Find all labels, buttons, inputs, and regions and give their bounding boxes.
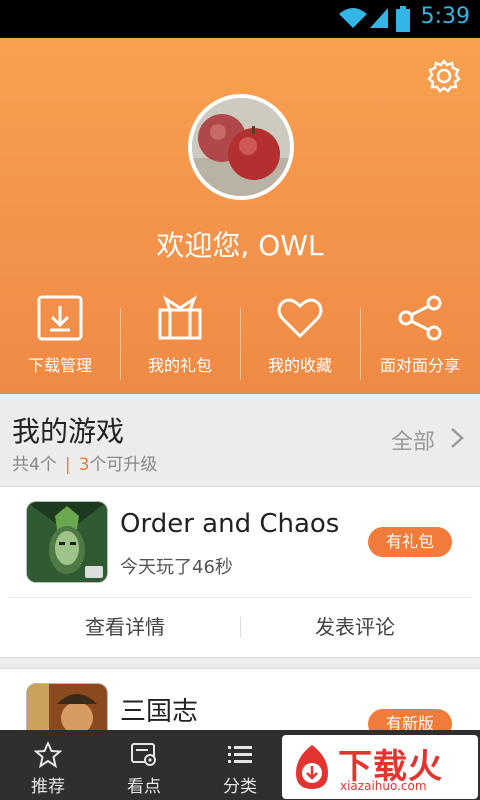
card-actions: 查看详情 发表评论 <box>10 597 470 656</box>
upgrade-count: 3 <box>78 455 90 475</box>
list-icon <box>228 746 252 763</box>
view-details-button[interactable]: 查看详情 <box>10 598 240 656</box>
quick-actions: 下载管理 我的礼包 我的收藏 面对面分享 <box>0 290 480 380</box>
view-all-label: 全部 <box>390 430 435 455</box>
gift-icon <box>158 295 202 340</box>
download-circle-icon <box>296 745 328 789</box>
summary-divider: | <box>64 455 71 475</box>
download-icon <box>37 295 83 341</box>
avatar-image <box>192 98 290 196</box>
play-time: 今天玩了46秒 <box>120 557 233 578</box>
signal-icon <box>370 8 388 28</box>
share-icon <box>398 295 442 341</box>
avatar[interactable] <box>188 94 294 200</box>
view-icon <box>131 743 156 766</box>
nav-highlights[interactable]: 看点 <box>96 730 192 800</box>
post-review-button[interactable]: 发表评论 <box>240 598 470 656</box>
game-name: 三国志 <box>120 697 199 727</box>
view-all-link[interactable]: 全部 <box>391 424 464 456</box>
face-to-face-share-button[interactable]: 面对面分享 <box>360 290 480 380</box>
action-label: 我的收藏 <box>267 356 332 375</box>
nav-label: 分类 <box>223 777 257 797</box>
games-total: 共4个 <box>12 455 57 475</box>
download-manager-button[interactable]: 下载管理 <box>0 290 120 380</box>
new-version-badge[interactable]: 有新版 <box>368 709 452 731</box>
welcome-text: 欢迎您, OWL <box>156 229 324 262</box>
game-icon-order-and-chaos <box>26 501 108 583</box>
game-icon-three-kingdoms <box>26 683 108 731</box>
game-card[interactable]: Order and Chaos 今天玩了46秒 有礼包 查看详情 发表评论 <box>0 486 480 658</box>
wifi-icon <box>339 8 367 28</box>
settings-gear-icon[interactable] <box>426 58 462 94</box>
nav-recommend[interactable]: 推荐 <box>0 730 96 800</box>
status-time: 5:39 <box>420 4 470 29</box>
chevron-right-icon <box>451 428 464 448</box>
my-favorites-button[interactable]: 我的收藏 <box>240 290 360 380</box>
battery-icon <box>396 6 410 32</box>
upgrade-text: 个可升级 <box>89 455 158 475</box>
nav-categories[interactable]: 分类 <box>192 730 288 800</box>
nav-label: 推荐 <box>31 777 65 797</box>
game-card[interactable]: 三国志 有新版 <box>0 668 480 732</box>
heart-icon <box>277 298 323 339</box>
watermark-logo: 下载火 xiazaihuo.com <box>282 735 478 799</box>
nav-label: 看点 <box>127 777 161 797</box>
action-label: 下载管理 <box>27 356 92 375</box>
games-summary: 共4个 | 3个可升级 <box>12 450 157 475</box>
gift-badge[interactable]: 有礼包 <box>368 527 452 557</box>
star-icon <box>34 742 62 768</box>
game-name: Order and Chaos <box>120 509 340 539</box>
action-label: 面对面分享 <box>379 356 460 375</box>
my-gifts-button[interactable]: 我的礼包 <box>120 290 240 380</box>
my-games-header: 我的游戏 共4个 | 3个可升级 全部 <box>0 394 480 486</box>
section-title: 我的游戏 <box>12 415 125 448</box>
status-bar: 5:39 <box>0 0 480 38</box>
profile-header: 欢迎您, OWL 下载管理 我的礼包 我的收藏 面对面分享 <box>0 38 480 394</box>
action-label: 我的礼包 <box>147 356 212 375</box>
watermark-url: xiazaihuo.com <box>340 779 427 793</box>
